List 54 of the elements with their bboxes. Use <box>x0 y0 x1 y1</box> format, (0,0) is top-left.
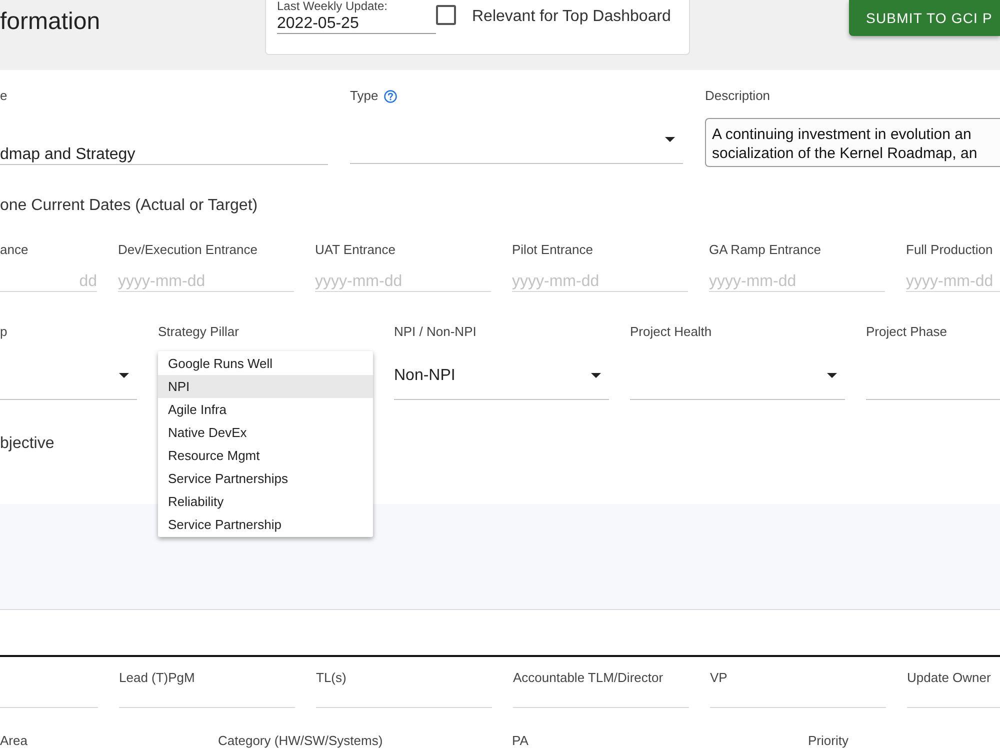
caret-icon <box>665 137 675 142</box>
field-label: Dev/Execution Entrance <box>118 242 258 258</box>
menu-option[interactable]: NPI <box>158 375 373 398</box>
date-field[interactable]: 2022-05-25 <box>277 14 436 34</box>
date-field[interactable]: yyyy-mm-dd <box>906 272 1000 292</box>
field-label: NPI / Non-NPI <box>394 324 478 340</box>
section-heading: bjective <box>0 434 56 454</box>
field-label: Project Health <box>630 324 713 340</box>
date-field[interactable]: dd <box>0 272 97 292</box>
checkbox[interactable] <box>436 5 456 25</box>
date-field[interactable]: yyyy-mm-dd <box>315 272 491 292</box>
field-label: Description <box>705 88 770 104</box>
caret-icon <box>119 373 129 378</box>
field-label: Type <box>350 88 378 104</box>
field-label: TL(s) <box>316 670 348 686</box>
field-label: UAT Entrance <box>315 242 396 258</box>
field-label: p <box>0 324 8 340</box>
section-heading: one Current Dates (Actual or Target) <box>0 196 259 216</box>
menu-option[interactable]: Reliability <box>158 490 373 513</box>
page-title: formation <box>0 8 102 36</box>
field-label: Full Production <box>906 242 994 258</box>
date-field[interactable]: yyyy-mm-dd <box>709 272 885 292</box>
date-field[interactable]: yyyy-mm-dd <box>118 272 294 292</box>
menu-option[interactable]: Service Partnership <box>158 513 373 536</box>
field-label: Area <box>0 733 28 749</box>
caret-icon <box>591 373 601 378</box>
field-label: ance <box>0 242 30 258</box>
field-label: VP <box>710 670 728 686</box>
caret-icon <box>827 373 837 378</box>
text-field[interactable]: dmap and Strategy <box>0 145 328 165</box>
menu-option[interactable]: Native DevEx <box>158 421 373 444</box>
field-label: Strategy Pillar <box>158 324 240 340</box>
menu-option[interactable]: Service Partnerships <box>158 467 373 490</box>
date-field[interactable]: yyyy-mm-dd <box>512 272 688 292</box>
field-label: Category (HW/SW/Systems) <box>218 733 384 749</box>
checkbox-label: Relevant for Top Dashboard <box>472 7 671 27</box>
menu-option[interactable]: Agile Infra <box>158 398 373 421</box>
field-label: Update Owner <box>907 670 992 686</box>
dropdown-menu[interactable]: Google Runs Well NPI Agile Infra Native DevEx Resource Mgmt Service Partnerships Reliability Service Partnership <box>158 351 373 537</box>
field-label: Project Phase <box>866 324 948 340</box>
field-label: Priority <box>808 733 850 749</box>
field-label: Accountable TLM/Director <box>513 670 664 686</box>
field-label: PA <box>512 733 530 749</box>
field-label: GA Ramp Entrance <box>709 242 822 258</box>
select-field[interactable]: Non-NPI <box>394 357 609 400</box>
help-icon[interactable] <box>384 90 398 102</box>
field-label: Pilot Entrance <box>512 242 594 258</box>
description-field[interactable]: A continuing investment in evolution an socialization of the Kernel Roadmap, an <box>705 118 1000 167</box>
field-label: e <box>0 88 8 104</box>
field-label: Last Weekly Update: <box>277 0 389 13</box>
submit-button[interactable]: SUBMIT TO GCI P <box>849 0 1000 36</box>
menu-option[interactable]: Google Runs Well <box>158 352 373 375</box>
field-label: Lead (T)PgM <box>119 670 196 686</box>
menu-option[interactable]: Resource Mgmt <box>158 444 373 467</box>
